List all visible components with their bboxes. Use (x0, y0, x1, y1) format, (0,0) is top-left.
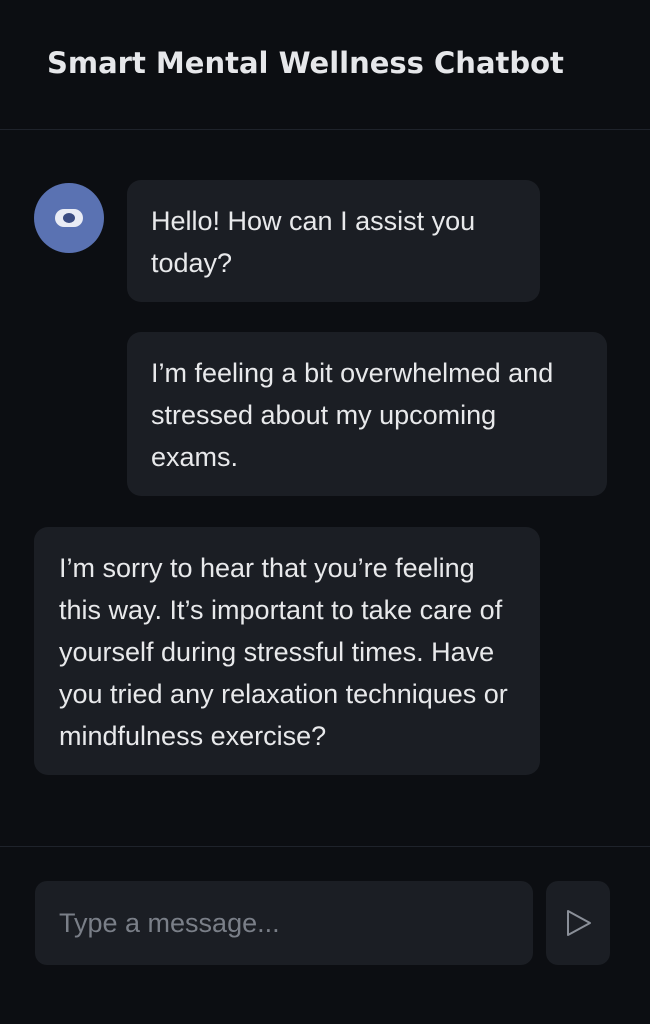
message-text: Hello! How can I assist you today? (151, 206, 476, 278)
user-message: I’m feeling a bit overwhelmed and stress… (127, 332, 607, 496)
bot-avatar (34, 183, 104, 253)
message-text: I’m sorry to hear that you’re feeling th… (59, 553, 508, 751)
bot-message: Hello! How can I assist you today? (127, 180, 540, 302)
send-triangle-icon (567, 910, 591, 936)
message-text: I’m feeling a bit overwhelmed and stress… (151, 358, 554, 472)
chat-app: Smart Mental Wellness Chatbot Hello! How… (0, 0, 650, 1024)
eye-icon (55, 209, 83, 227)
page-title: Smart Mental Wellness Chatbot (47, 46, 564, 80)
bot-message: I’m sorry to hear that you’re feeling th… (34, 527, 540, 775)
composer-divider (0, 846, 650, 847)
chat-header: Smart Mental Wellness Chatbot (0, 0, 650, 130)
message-input[interactable] (35, 881, 533, 965)
send-button[interactable] (546, 881, 610, 965)
